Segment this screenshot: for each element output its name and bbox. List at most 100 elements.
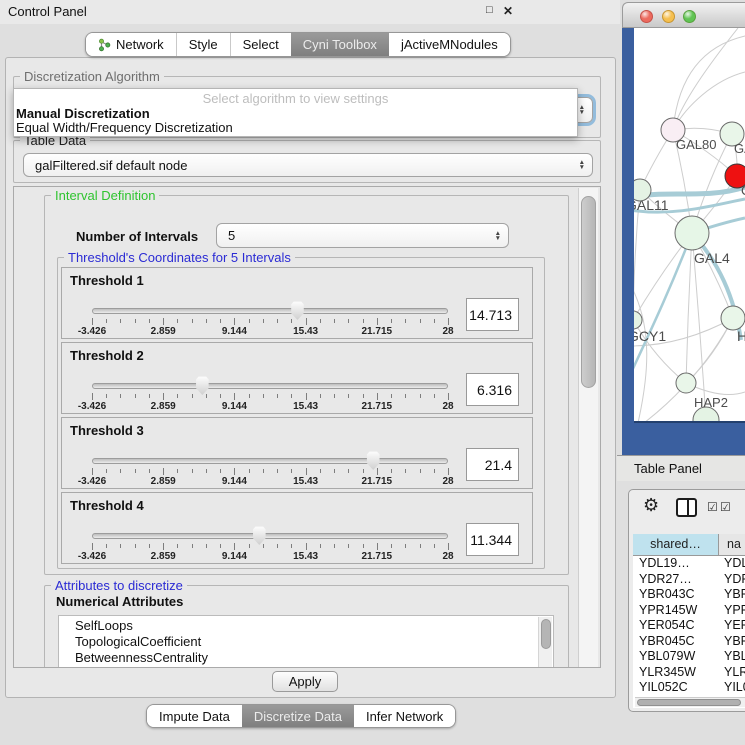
network-canvas[interactable]: GAL80GALCGAL11GAL4GCY1HHAP2 — [634, 28, 745, 423]
attributes-scrollbar[interactable] — [538, 617, 552, 667]
threshold-4-value-field[interactable]: 11.344 — [466, 523, 519, 556]
dropdown-option-manual-discretization[interactable]: Manual Discretization — [16, 106, 150, 121]
scale-label: 2.859 — [133, 551, 193, 562]
tab-select[interactable]: Select — [230, 33, 291, 56]
table-data-combobox[interactable]: galFiltered.sif default node ▲▼ — [23, 153, 593, 177]
table-hscrollbar-thumb[interactable] — [637, 699, 741, 706]
network-node-HAP2[interactable] — [676, 373, 696, 393]
tick-mark — [149, 469, 150, 473]
checkbox-icon[interactable]: ☑ — [707, 500, 718, 514]
table-row[interactable]: YLR345WYLR3 — [633, 665, 745, 681]
tab-discretize-data[interactable]: Discretize Data — [242, 705, 354, 727]
tick-mark — [234, 318, 235, 325]
tick-mark — [334, 319, 335, 323]
apply-button[interactable]: Apply — [272, 671, 338, 692]
network-window-titlebar[interactable] — [622, 2, 745, 28]
tick-mark — [149, 544, 150, 548]
tick-mark — [277, 319, 278, 323]
tab-impute-data-label: Impute Data — [159, 709, 230, 724]
tick-mark — [391, 544, 392, 548]
slider-scale: -3.4262.8599.14415.4321.71528 — [92, 551, 448, 563]
dropdown-option-equal-width-frequency[interactable]: Equal Width/Frequency Discretization — [16, 120, 233, 135]
settings-scrollpanel: Interval Definition Number of Intervals … — [13, 186, 601, 668]
network-graph[interactable]: GAL80GALCGAL11GAL4GCY1HHAP2 — [634, 28, 745, 423]
tick-mark — [391, 319, 392, 323]
network-node-label: GAL80 — [676, 137, 716, 152]
tick-mark — [263, 394, 264, 398]
tick-mark — [405, 544, 406, 548]
threshold-4-slider[interactable]: -3.4262.8599.14415.4321.71528 — [92, 531, 448, 565]
close-icon[interactable]: ✕ — [503, 4, 513, 18]
tick-mark — [92, 318, 93, 325]
network-node-GCY1[interactable] — [634, 311, 642, 329]
tick-mark — [448, 468, 449, 475]
slider-scale: -3.4262.8599.14415.4321.71528 — [92, 326, 448, 338]
tick-mark — [391, 394, 392, 398]
traffic-light-close-icon[interactable] — [640, 10, 653, 23]
threshold-2-label: Threshold 2 — [70, 348, 144, 363]
threshold-1-value-field[interactable]: 14.713 — [466, 298, 519, 331]
attribute-list-item[interactable]: SelfLoops — [59, 618, 537, 634]
threshold-1-slider[interactable]: -3.4262.8599.14415.4321.71528 — [92, 306, 448, 340]
table-row[interactable]: YDR27…YDR2 — [633, 572, 745, 588]
settings-scrollbar-thumb[interactable] — [581, 196, 596, 388]
network-node-right-node[interactable] — [721, 306, 745, 330]
float-icon[interactable]: □ — [486, 4, 493, 16]
control-panel-tabbar: Network Style Select Cyni Toolbox jActiv… — [85, 32, 511, 57]
attribute-list-item[interactable]: TopologicalCoefficient — [59, 634, 537, 650]
split-view-icon[interactable] — [676, 498, 697, 517]
tick-mark — [448, 543, 449, 550]
table-row[interactable]: YBR045CYBR0 — [633, 634, 745, 650]
node-table: shared… na YDL19…YDL1YDR27…YDR2YBR043CYB… — [633, 534, 745, 708]
traffic-light-zoom-icon[interactable] — [683, 10, 696, 23]
table-row[interactable]: YBL079WYBL0 — [633, 649, 745, 665]
tick-mark — [291, 394, 292, 398]
tab-infer-network[interactable]: Infer Network — [354, 705, 455, 727]
tab-network[interactable]: Network — [86, 33, 176, 56]
number-of-intervals-spinner[interactable]: 5 ▲▼ — [216, 223, 509, 248]
column-header-shared-name[interactable]: shared… — [633, 534, 719, 555]
tick-mark — [434, 469, 435, 473]
table-hscrollbar[interactable] — [635, 697, 745, 707]
table-data-value: galFiltered.sif default node — [24, 158, 187, 173]
slider-track[interactable] — [92, 458, 448, 464]
table-row[interactable]: YIL052CYIL0 — [633, 680, 745, 696]
tab-style[interactable]: Style — [176, 33, 230, 56]
network-node-label: H — [737, 328, 745, 344]
threshold-3-slider[interactable]: -3.4262.8599.14415.4321.71528 — [92, 456, 448, 490]
table-row[interactable]: YPR145WYPR1 — [633, 603, 745, 619]
dropdown-hint: Select algorithm to view settings — [14, 91, 577, 106]
threshold-2-value-field[interactable]: 6.316 — [466, 373, 519, 406]
slider-track[interactable] — [92, 383, 448, 389]
tick-mark — [192, 319, 193, 323]
table-row[interactable]: YBR043CYBR0 — [633, 587, 745, 603]
numerical-attributes-list[interactable]: SelfLoopsTopologicalCoefficientBetweenne… — [58, 615, 554, 667]
table-row[interactable]: YDL19…YDL1 — [633, 556, 745, 572]
attribute-list-item[interactable]: BetweennessCentrality — [59, 650, 537, 666]
tab-jactivemnodules-label: jActiveMNodules — [401, 37, 498, 52]
slider-track[interactable] — [92, 533, 448, 539]
tab-impute-data[interactable]: Impute Data — [147, 705, 242, 727]
scale-label: 21.715 — [347, 401, 407, 412]
tick-mark — [120, 319, 121, 323]
combo-arrows-icon: ▲▼ — [579, 105, 585, 115]
tick-mark — [448, 393, 449, 400]
tab-discretize-data-label: Discretize Data — [254, 709, 342, 724]
gear-icon[interactable]: ⚙ — [643, 495, 659, 516]
attributes-scrollbar-thumb[interactable] — [541, 619, 551, 649]
threshold-2-slider[interactable]: -3.4262.8599.14415.4321.71528 — [92, 381, 448, 415]
settings-scrollbar[interactable] — [578, 188, 598, 667]
column-header-name[interactable]: na — [719, 534, 745, 555]
tab-cyni-toolbox[interactable]: Cyni Toolbox — [291, 33, 389, 56]
tick-mark — [263, 319, 264, 323]
tab-select-label: Select — [243, 37, 279, 52]
network-node-GAL4[interactable] — [675, 216, 709, 250]
threshold-3-value-field[interactable]: 21.4 — [466, 448, 519, 481]
table-panel-title: Table Panel — [634, 461, 702, 476]
checkbox-icon[interactable]: ☑ — [720, 500, 731, 514]
traffic-light-minimize-icon[interactable] — [662, 10, 675, 23]
slider-track[interactable] — [92, 308, 448, 314]
table-rows: YDL19…YDL1YDR27…YDR2YBR043CYBR0YPR145WYP… — [633, 556, 745, 696]
tab-jactivemnodules[interactable]: jActiveMNodules — [389, 33, 510, 56]
table-row[interactable]: YER054CYER0 — [633, 618, 745, 634]
